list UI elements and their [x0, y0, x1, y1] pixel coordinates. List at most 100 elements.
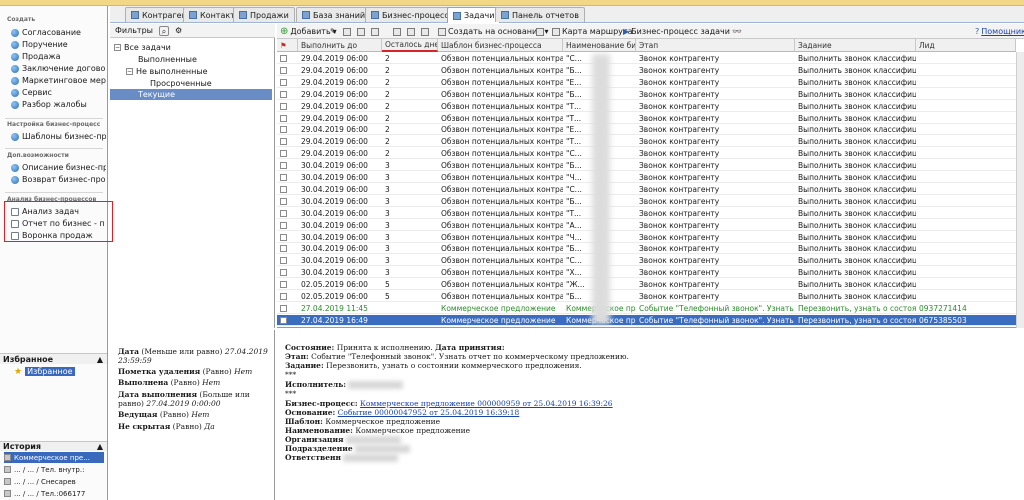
table-row[interactable]: 27.04.2019 11:45 Коммерческое предложение…	[277, 303, 1016, 314]
process-icon	[11, 175, 19, 184]
filter-icon	[393, 27, 401, 36]
nav-contract[interactable]: Заключение догово	[11, 63, 106, 74]
tree-node-all-tasks[interactable]: − Все задачи	[114, 42, 171, 53]
search-icon[interactable]: ⌕	[158, 25, 169, 36]
edit-button[interactable]: ✎	[330, 26, 337, 37]
column-header-due-date[interactable]: Выполнить до	[298, 39, 382, 52]
nav-approval[interactable]: Согласование	[11, 27, 106, 38]
tab-sales[interactable]: Продажи	[233, 7, 295, 22]
column-header-stage[interactable]: Этап	[636, 39, 795, 52]
nav-sales-funnel[interactable]: Воронка продаж	[11, 230, 106, 241]
cell-date: 30.04.2019 06:00	[301, 161, 368, 171]
table-row[interactable]: 02.05.2019 06:00 5 Обзвон потенциальных ко…	[277, 291, 1016, 302]
settings-icon[interactable]: ⚙	[175, 26, 182, 35]
help-link[interactable]: ? Помощник	[975, 26, 1024, 37]
cell-days: 3	[385, 161, 390, 171]
history-item[interactable]: ... / ... / Тел.:066177	[4, 488, 104, 499]
history-item[interactable]: ... / ... / Тел. внутр.:	[4, 464, 104, 475]
create-based-on-button[interactable]: Создать на основании ▾	[438, 26, 548, 37]
chevron-up-icon[interactable]: ▲	[97, 442, 103, 451]
basis-link[interactable]: Событие 00000047952 от 25.04.2019 16:39:…	[338, 408, 520, 417]
column-header-lead[interactable]: Лид	[916, 39, 1016, 52]
bp-task-button[interactable]: ▶ Бизнес-процесс задачи 👓	[623, 26, 742, 37]
column-header-icon[interactable]: ⚑	[277, 39, 298, 52]
tree-node-current[interactable]: Текущие	[110, 89, 272, 100]
cell-days: 3	[385, 232, 390, 242]
column-header-task[interactable]: Задание	[795, 39, 916, 52]
redacted-text	[348, 381, 404, 389]
route-map-button[interactable]: Карта маршрута	[552, 26, 632, 37]
table-row[interactable]: 29.04.2019 06:00 2 Обзвон потенциальных ко…	[277, 77, 1016, 88]
column-header-bp-name[interactable]: Наименование биз...	[563, 39, 636, 52]
table-row[interactable]: 30.04.2019 06:00 3 Обзвон потенциальных ко…	[277, 220, 1016, 231]
table-row[interactable]: 30.04.2019 06:00 3 Обзвон потенциальных ко…	[277, 267, 1016, 279]
business-process-link[interactable]: Коммерческое предложение 000000959 от 25…	[360, 399, 613, 408]
add-button[interactable]: ⊕ Добавить ▾	[280, 26, 337, 37]
table-row[interactable]: 30.04.2019 06:00 3 Обзвон потенциальных ко…	[277, 208, 1016, 219]
tab-tasks[interactable]: Задачи	[447, 7, 501, 23]
print-button[interactable]	[536, 26, 544, 37]
table-row[interactable]: 30.04.2019 06:00 3 Обзвон потенциальных ко…	[277, 172, 1016, 183]
collapse-icon[interactable]: −	[126, 68, 133, 75]
column-header-bp-template[interactable]: Шаблон бизнес-процесса	[438, 39, 563, 52]
cell-lead	[916, 279, 1016, 290]
nav-bp-templates[interactable]: Шаблоны бизнес-пр	[11, 131, 106, 142]
table-row[interactable]: 29.04.2019 06:00 2 Обзвон потенциальных ко…	[277, 101, 1016, 112]
history-header[interactable]: История ▲	[0, 441, 107, 451]
tree-node-not-done[interactable]: − Не выполненные	[126, 66, 208, 77]
nav-sale[interactable]: Продажа	[11, 51, 106, 62]
table-row[interactable]: 29.04.2019 06:00 2 Обзвон потенциальных ко…	[277, 113, 1016, 124]
cell-task: Выполнить звонок классифициро...	[798, 208, 916, 218]
table-row[interactable]: 27.04.2019 16:49 Коммерческое предложение…	[277, 314, 1016, 326]
nav-service[interactable]: Сервис	[11, 87, 106, 98]
filters-dropdown[interactable]: Фильтры	[115, 26, 153, 35]
table-row[interactable]: 02.05.2019 06:00 5 Обзвон потенциальных ко…	[277, 279, 1016, 291]
column-header-days-left[interactable]: Осталось дней	[382, 39, 438, 52]
nav-complaint[interactable]: Разбор жалобы	[11, 99, 106, 110]
process-icon	[11, 88, 19, 97]
table-row[interactable]: 30.04.2019 06:00 3 Обзвон потенциальных ко…	[277, 196, 1016, 207]
nav-assignment[interactable]: Поручение	[11, 39, 106, 50]
history-item[interactable]: ... / ... / Снесарев	[4, 476, 104, 487]
table-row[interactable]: 30.04.2019 06:00 3 Обзвон потенциальных ко…	[277, 184, 1016, 195]
nav-bp-description[interactable]: Описание бизнес-пр	[11, 162, 106, 173]
collapse-icon[interactable]: −	[114, 44, 121, 51]
cell-task: Перезвонить, узнать о состоянии ...	[798, 303, 916, 313]
nav-bp-return[interactable]: Возврат бизнес-про	[11, 174, 106, 185]
table-row[interactable]: 29.04.2019 06:00 2 Обзвон потенциальных ко…	[277, 148, 1016, 160]
cell-task: Выполнить звонок классифициро...	[798, 280, 916, 290]
cell-date: 30.04.2019 06:00	[301, 232, 368, 242]
tasks-icon	[453, 11, 461, 20]
table-row[interactable]: 30.04.2019 06:00 3 Обзвон потенциальных ко…	[277, 232, 1016, 243]
tree-node-overdue[interactable]: Просроченные	[150, 78, 212, 89]
nav-bp-report[interactable]: Отчет по бизнес - п	[11, 218, 106, 229]
mark-button[interactable]	[371, 26, 379, 37]
delete-button[interactable]	[357, 26, 365, 37]
vertical-scrollbar[interactable]	[1016, 52, 1024, 328]
nav-task-analysis[interactable]: Анализ задач	[11, 206, 106, 217]
nav-marketing[interactable]: Маркетинговое мер	[11, 75, 106, 86]
table-row[interactable]: 30.04.2019 06:00 3 Обзвон потенциальных ко…	[277, 255, 1016, 267]
copy-button[interactable]	[343, 26, 351, 37]
table-row[interactable]: 29.04.2019 06:00 2 Обзвон потенциальных ко…	[277, 89, 1016, 100]
tab-knowledge-base[interactable]: База знаний	[296, 7, 372, 22]
history-item[interactable]: Коммерческое пре...	[4, 452, 104, 463]
tab-reports-panel[interactable]: Панель отчетов	[495, 7, 585, 22]
chevron-up-icon[interactable]: ▲	[97, 355, 103, 364]
cell-task: Выполнить звонок классифициро...	[798, 149, 916, 159]
tree-toolbar: Фильтры ⌕ ⚙	[110, 24, 275, 38]
filter-button[interactable]	[393, 26, 401, 37]
favorites-header[interactable]: Избранное ▲	[0, 353, 107, 364]
favorites-item[interactable]: ★ Избранное	[14, 366, 104, 377]
table-row[interactable]: 30.04.2019 06:00 3 Обзвон потенциальных ко…	[277, 160, 1016, 172]
clear-filter-button[interactable]	[421, 26, 429, 37]
table-row[interactable]: 29.04.2019 06:00 2 Обзвон потенциальных ко…	[277, 65, 1016, 76]
table-row[interactable]: 29.04.2019 06:00 2 Обзвон потенциальных ко…	[277, 136, 1016, 148]
table-row[interactable]: 29.04.2019 06:00 2 Обзвон потенциальных ко…	[277, 124, 1016, 136]
table-row[interactable]: 29.04.2019 06:00 2 Обзвон потенциальных ко…	[277, 53, 1016, 64]
cell-tpl: Обзвон потенциальных контрагент...	[441, 196, 563, 206]
table-row[interactable]: 30.04.2019 06:00 3 Обзвон потенциальных ко…	[277, 243, 1016, 255]
filter-list-button[interactable]	[407, 26, 415, 37]
cell-days	[382, 303, 438, 314]
tree-node-done[interactable]: Выполненные	[138, 54, 197, 65]
